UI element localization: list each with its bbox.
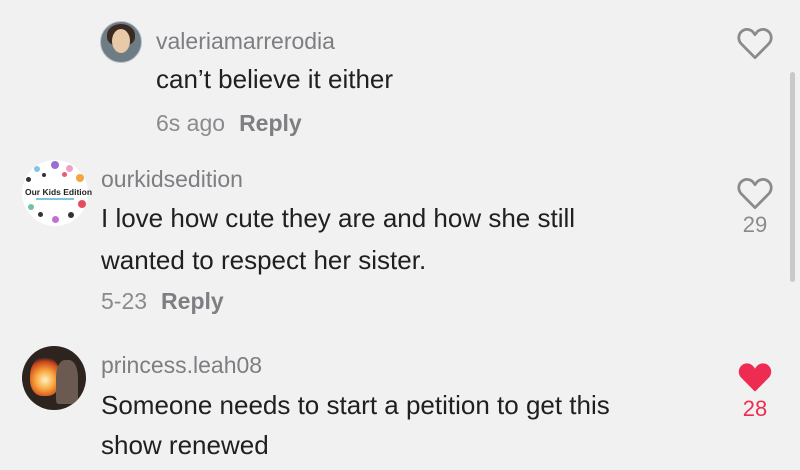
heart-outline-icon [737,28,773,60]
like-button[interactable]: 29 [730,176,780,238]
comment-time: 6s ago [156,110,226,136]
like-button[interactable]: 28 [730,360,780,422]
reply-button[interactable]: Reply [239,110,302,136]
comment-username[interactable]: ourkidsedition [101,166,243,193]
comment-meta: 5-23 Reply [101,288,224,315]
heart-outline-icon [737,178,773,210]
comment-text-line: wanted to respect her sister. [101,245,427,275]
comment-time: 5-23 [101,288,148,314]
comment-text: can’t believe it either [156,64,394,94]
heart-filled-icon [738,363,772,392]
comment-username[interactable]: princess.leah08 [101,352,262,379]
like-count: 28 [742,396,768,421]
avatar-brand-text: Our Kids Edition [25,187,93,197]
reply-button[interactable]: Reply [161,288,224,314]
like-button[interactable] [730,26,780,60]
like-count: 29 [742,212,768,237]
comment-username[interactable]: valeriamarrerodia [156,28,335,55]
avatar[interactable] [100,21,142,63]
scrollbar[interactable] [790,72,795,282]
avatar[interactable]: Our Kids Edition [22,160,93,226]
comment-meta: 6s ago Reply [156,110,302,137]
avatar[interactable] [22,346,86,410]
comment-text-line: show renewed [101,430,269,460]
